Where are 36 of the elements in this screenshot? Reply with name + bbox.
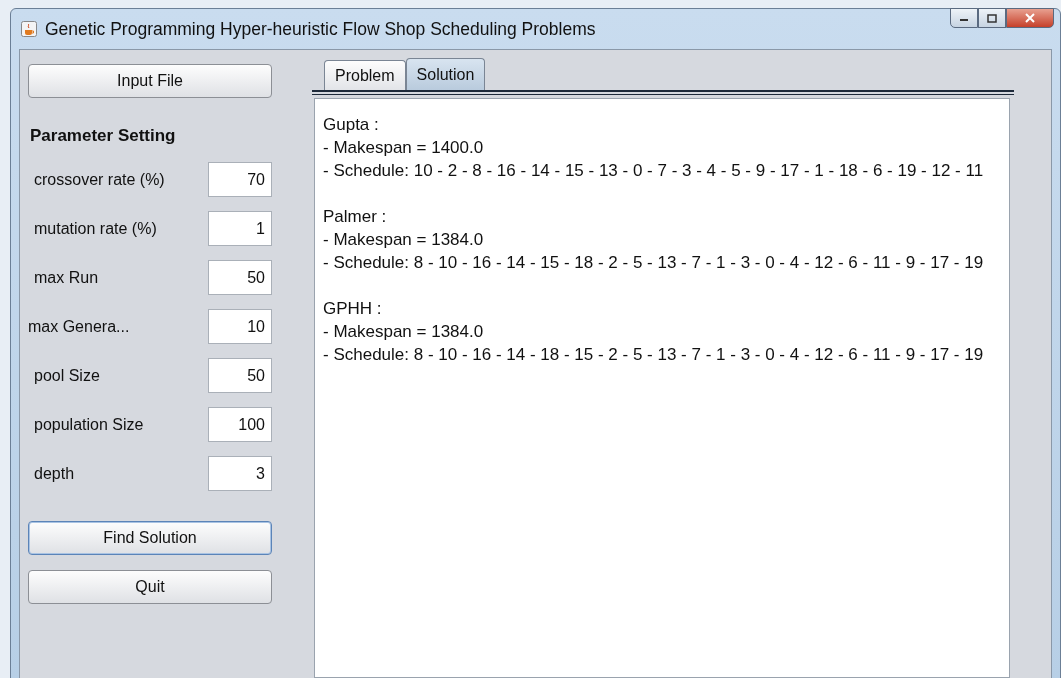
field-label: max Run (33, 268, 99, 287)
input-field[interactable]: 70 (208, 162, 272, 197)
result-line: - Makespan = 1400.0 (323, 137, 485, 159)
result-line: - Makespan = 1384.0 (323, 321, 485, 343)
input-field[interactable]: 100 (208, 407, 272, 442)
input-field[interactable]: 3 (208, 456, 272, 491)
tab[interactable]: Problem (324, 60, 406, 90)
field-label: depth (33, 464, 75, 483)
input-file-button[interactable]: Input File (28, 64, 272, 98)
result-heading: Palmer : (323, 206, 388, 228)
result-line: - Schedule: 8 - 10 - 16 - 14 - 18 - 15 - 2 - 5 - 13 - 7 - 1 - 3 - 0 - 4 - 12 - 6 - 11 - 9 - 17 - 19 (323, 344, 985, 366)
quit-button[interactable]: Quit (28, 570, 272, 604)
result-heading: Gupta : (323, 114, 380, 136)
field-label: crossover rate (%) (33, 170, 165, 189)
result-line: - Schedule: 8 - 10 - 16 - 14 - 15 - 18 - 2 - 5 - 13 - 7 - 1 - 3 - 0 - 4 - 12 - 6 - 11 - 9 - 17 - 19 (323, 252, 985, 274)
find-solution-button[interactable]: Find Solution (28, 521, 272, 555)
window-title: Genetic Programming Hyper-heuristic Flow Shop Scheduling Problems (45, 18, 596, 40)
result-heading: GPHH : (323, 298, 383, 320)
result-line: - Schedule: 10 - 2 - 8 - 16 - 14 - 15 - 13 - 0 - 7 - 3 - 4 - 5 - 9 - 17 - 1 - 18 - 6 - 19 - 12 - 11 (323, 160, 985, 182)
field-label: mutation rate (%) (33, 219, 157, 238)
cup-icon (21, 21, 37, 37)
maximize-icon (987, 13, 997, 23)
input-field[interactable]: 1 (208, 211, 272, 246)
maximize-button[interactable] (978, 8, 1006, 28)
tab[interactable]: Solution (405, 58, 486, 90)
field-label: population Size (33, 415, 144, 434)
field-label: pool Size (33, 366, 100, 385)
input-field[interactable]: 50 (208, 358, 272, 393)
result-line: - Makespan = 1384.0 (323, 229, 485, 251)
field-label: max Genera... (28, 317, 130, 336)
section-heading: Parameter Setting (30, 126, 177, 146)
close-icon (1024, 13, 1036, 23)
input-field[interactable]: 50 (208, 260, 272, 295)
minimize-button[interactable] (950, 8, 978, 28)
input-field[interactable]: 10 (208, 309, 272, 344)
close-button[interactable] (1006, 8, 1054, 28)
